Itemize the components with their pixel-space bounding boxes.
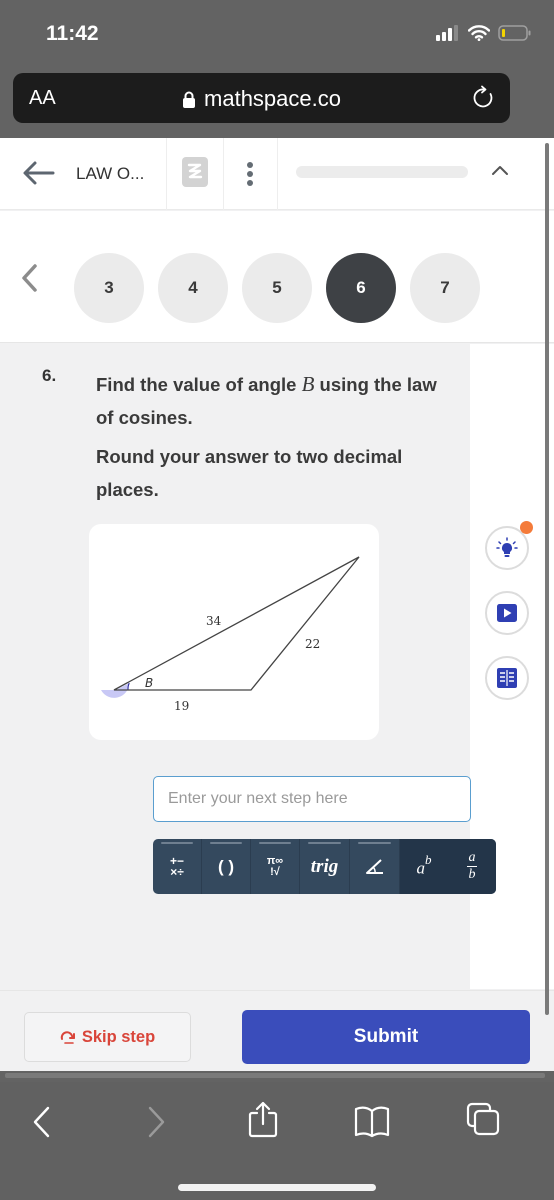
hint-button[interactable] <box>485 521 533 570</box>
question-prompt: Find the value of angle B using the law … <box>96 372 437 428</box>
header-divider <box>277 138 278 210</box>
triangle-diagram: 34 22 19 B <box>101 556 360 713</box>
question-instruction: Round your answer to two decimal places. <box>96 446 403 500</box>
progress-bar <box>296 166 468 178</box>
fraction-label: a b <box>467 850 477 882</box>
step-navigation: 3 4 5 6 7 <box>0 211 554 343</box>
triangle-outline <box>113 556 360 691</box>
question-number: 6. <box>42 366 57 385</box>
kebab-menu-icon[interactable] <box>245 160 257 190</box>
back-icon[interactable] <box>30 1104 54 1140</box>
chevron-left-icon[interactable] <box>20 263 40 293</box>
cellular-signal-icon <box>436 25 458 41</box>
browser-toolbar <box>0 1082 554 1200</box>
keypad-fraction-button[interactable]: a b <box>448 839 496 894</box>
side-label-34: 34 <box>206 614 222 628</box>
logo-glyph <box>187 163 203 179</box>
url-text: mathspace.co <box>204 86 341 111</box>
step-button-6-active[interactable]: 6 <box>326 253 396 323</box>
mathspace-logo-icon[interactable] <box>182 157 208 187</box>
phone-screen: 11:42 AA mathspace.co LAW O... 3 4 5 6 7… <box>0 0 554 1200</box>
step-button-5[interactable]: 5 <box>242 253 312 323</box>
header-divider <box>166 138 167 210</box>
action-footer: Skip step Submit <box>0 990 554 1071</box>
submit-button[interactable]: Submit <box>242 1010 530 1064</box>
web-content: LAW O... 3 4 5 6 7 6. Find the value of … <box>0 138 554 1071</box>
battery-low-icon <box>498 25 531 41</box>
reload-icon[interactable] <box>472 85 496 111</box>
header-divider <box>223 138 224 210</box>
home-indicator[interactable] <box>178 1184 376 1191</box>
worked-example-book-icon <box>497 668 517 688</box>
video-button[interactable] <box>485 591 529 635</box>
answer-input[interactable] <box>153 776 471 822</box>
notification-dot <box>520 521 533 534</box>
operators-label: +− ×÷ <box>169 853 184 879</box>
side-label-22: 22 <box>305 637 320 651</box>
video-play-icon <box>497 604 517 622</box>
math-keypad: +− ×÷ ( ) π∞ !√ trig ab a b <box>153 839 496 894</box>
app-header: LAW O... <box>0 138 554 210</box>
breadcrumb[interactable]: LAW O... <box>76 164 144 184</box>
lightbulb-hint-icon <box>496 537 518 557</box>
status-icons <box>436 25 532 41</box>
triangle-figure: 34 22 19 B <box>89 524 379 740</box>
power-label: ab <box>416 851 432 878</box>
forward-icon[interactable] <box>144 1104 168 1140</box>
share-icon[interactable] <box>246 1100 280 1138</box>
vertical-scrollbar[interactable] <box>545 143 549 1015</box>
keypad-trig-tab[interactable]: trig <box>300 839 350 894</box>
url-field[interactable]: mathspace.co <box>13 86 510 112</box>
side-label-19: 19 <box>174 699 189 713</box>
skip-step-button[interactable]: Skip step <box>24 1012 191 1062</box>
angle-variable: B <box>301 372 315 396</box>
step-button-4[interactable]: 4 <box>158 253 228 323</box>
keypad-symbols-tab[interactable]: π∞ !√ <box>251 839 300 894</box>
angle-label-b: B <box>145 676 153 690</box>
keypad-operators-tab[interactable]: +− ×÷ <box>153 839 202 894</box>
chevron-up-icon[interactable] <box>490 164 510 178</box>
bookmarks-icon[interactable] <box>354 1104 390 1138</box>
horizontal-scrollbar[interactable] <box>5 1073 545 1078</box>
step-button-7[interactable]: 7 <box>410 253 480 323</box>
wifi-icon <box>468 25 490 41</box>
question-text: Find the value of angle B using the law … <box>96 368 456 506</box>
keypad-power-button[interactable]: ab <box>400 839 448 894</box>
angle-icon <box>365 858 383 874</box>
browser-address-bar[interactable]: AA mathspace.co <box>13 73 510 123</box>
status-time: 11:42 <box>46 22 99 45</box>
status-bar: 11:42 <box>0 0 554 70</box>
arrow-left-icon[interactable] <box>22 160 56 186</box>
lock-icon <box>183 91 196 108</box>
skip-arrow-icon <box>60 1031 75 1044</box>
worked-example-button[interactable] <box>485 656 529 700</box>
tabs-icon[interactable] <box>466 1102 500 1136</box>
keypad-angle-tab[interactable] <box>350 839 400 894</box>
symbols-label: π∞ !√ <box>266 854 284 878</box>
step-button-3[interactable]: 3 <box>74 253 144 323</box>
keypad-brackets-tab[interactable]: ( ) <box>202 839 251 894</box>
